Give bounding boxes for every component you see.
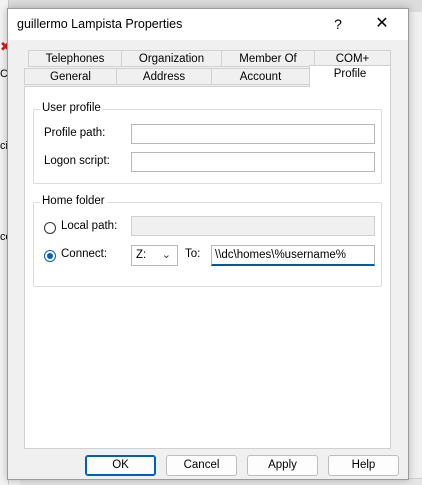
connect-label: Connect: [61, 248, 108, 260]
to-label: To: [185, 248, 201, 260]
tab-account[interactable]: Account [211, 68, 310, 85]
tab-telephones[interactable]: Telephones [28, 50, 122, 67]
drive-letter-value: Z: [136, 249, 147, 261]
ok-button[interactable]: OK [85, 455, 156, 476]
tab-general[interactable]: General [24, 68, 117, 85]
local-path-input[interactable] [131, 216, 375, 236]
close-icon[interactable]: ✕ [370, 14, 394, 34]
drive-letter-dropdown[interactable]: Z: ⌄ [131, 245, 178, 266]
logon-script-input[interactable] [131, 152, 375, 172]
cancel-button[interactable]: Cancel [166, 455, 237, 476]
properties-dialog: guillermo Lampista Properties ? ✕ Teleph… [7, 8, 409, 480]
chevron-down-icon: ⌄ [161, 249, 171, 261]
help-button[interactable]: Help [328, 455, 399, 476]
tab-member-of[interactable]: Member Of [221, 50, 315, 67]
connect-radio[interactable] [44, 250, 56, 262]
logon-script-label: Logon script: [44, 155, 110, 167]
tab-profile[interactable]: Profile [309, 65, 391, 87]
profile-path-input[interactable] [131, 124, 375, 144]
help-icon[interactable]: ? [326, 14, 350, 34]
local-path-radio[interactable] [44, 222, 56, 234]
home-folder-group: Home folder Local path: Connect: Z: ⌄ To… [33, 195, 382, 287]
profile-tab-panel: User profile Profile path: Logon script:… [24, 86, 391, 449]
user-profile-group: User profile Profile path: Logon script: [33, 102, 382, 184]
apply-button[interactable]: Apply [247, 455, 318, 476]
user-profile-group-label: User profile [40, 102, 103, 114]
home-folder-path-input[interactable] [211, 245, 375, 266]
dialog-title: guillermo Lampista Properties [17, 17, 183, 31]
tab-address[interactable]: Address [116, 68, 212, 85]
tab-organization[interactable]: Organization [121, 50, 222, 67]
profile-path-label: Profile path: [44, 127, 106, 139]
local-path-label: Local path: [61, 220, 118, 232]
home-folder-group-label: Home folder [40, 195, 107, 207]
dialog-titlebar[interactable]: guillermo Lampista Properties ? ✕ [8, 9, 408, 40]
